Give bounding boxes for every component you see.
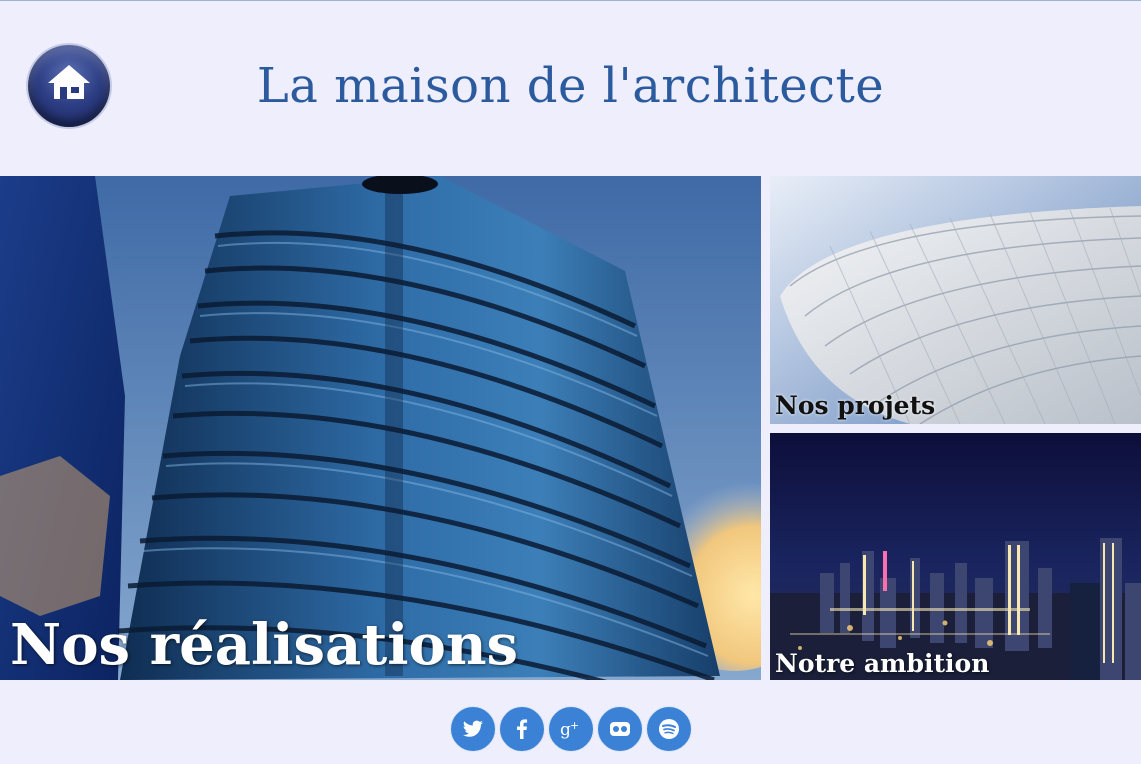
twitter-button[interactable]	[449, 706, 496, 752]
svg-text:+: +	[570, 719, 579, 732]
night-city-image	[770, 433, 1141, 680]
top-border	[0, 0, 1141, 1]
google-plus-button[interactable]: g +	[547, 706, 594, 752]
flickr-icon	[609, 722, 630, 736]
tile-label-notre-ambition: Notre ambition	[775, 649, 990, 678]
social-links: g +	[0, 706, 1141, 752]
skyscraper-image	[0, 176, 761, 680]
tile-nos-realisations[interactable]: Nos réalisations	[0, 176, 761, 680]
tile-notre-ambition[interactable]: Notre ambition	[770, 433, 1141, 680]
google-plus-icon: g +	[560, 719, 579, 740]
tile-label-nos-realisations: Nos réalisations	[10, 612, 519, 678]
facebook-icon	[516, 719, 527, 739]
canopy-image	[770, 176, 1141, 424]
tile-label-nos-projets: Nos projets	[775, 391, 936, 420]
facebook-button[interactable]	[498, 706, 545, 752]
flickr-button[interactable]	[596, 706, 643, 752]
page-title: La maison de l'architecte	[256, 58, 885, 114]
tile-nos-projets[interactable]: Nos projets	[770, 176, 1141, 424]
spotify-icon	[658, 719, 679, 739]
twitter-icon	[462, 720, 483, 737]
spotify-button[interactable]	[645, 706, 692, 752]
